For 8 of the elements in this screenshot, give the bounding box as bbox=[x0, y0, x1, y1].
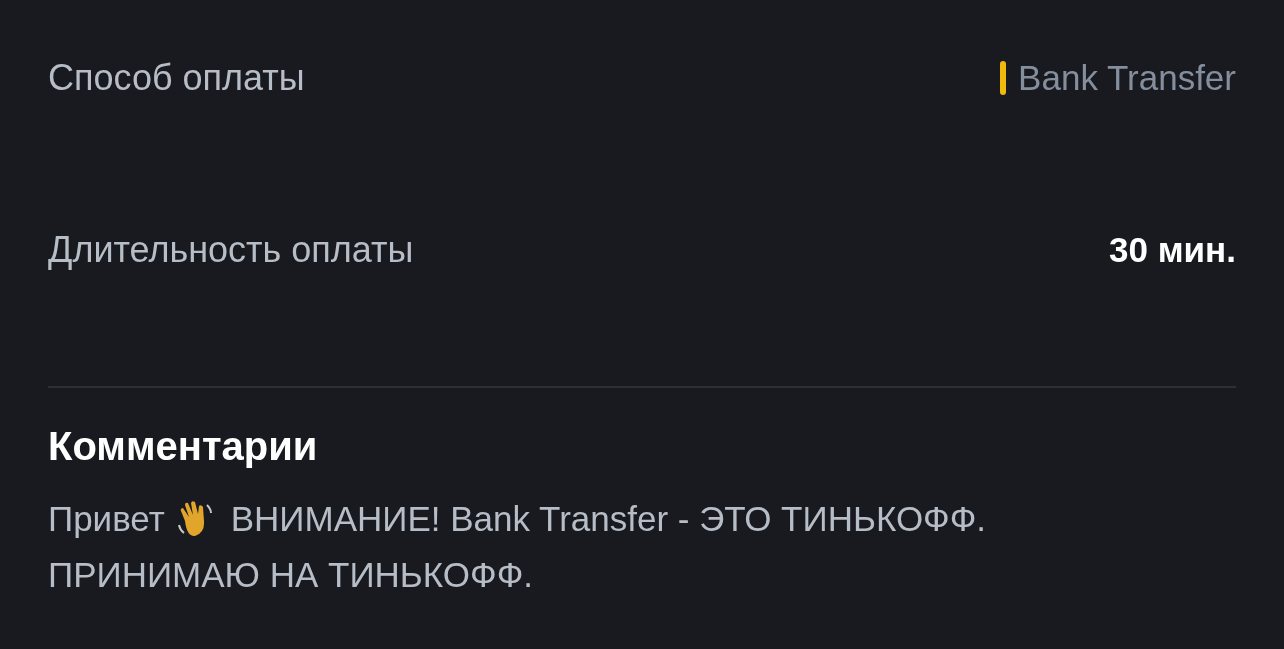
payment-method: Bank Transfer bbox=[1018, 58, 1236, 98]
comment-text: ВНИМАНИЕ! Bank Transfer - ЭТО ТИНЬКОФФ. bbox=[230, 498, 987, 540]
greeting-text: Привет bbox=[48, 498, 165, 540]
section-title: Комментарии bbox=[48, 424, 319, 469]
detail-label: Способ оплаты bbox=[48, 57, 305, 99]
comment-text: ПРИНИМАЮ НА ТИНЬКОФФ. bbox=[48, 554, 534, 596]
detail-value: 30 мин. bbox=[1109, 230, 1236, 270]
detail-label: Длительность оплаты bbox=[48, 229, 414, 271]
